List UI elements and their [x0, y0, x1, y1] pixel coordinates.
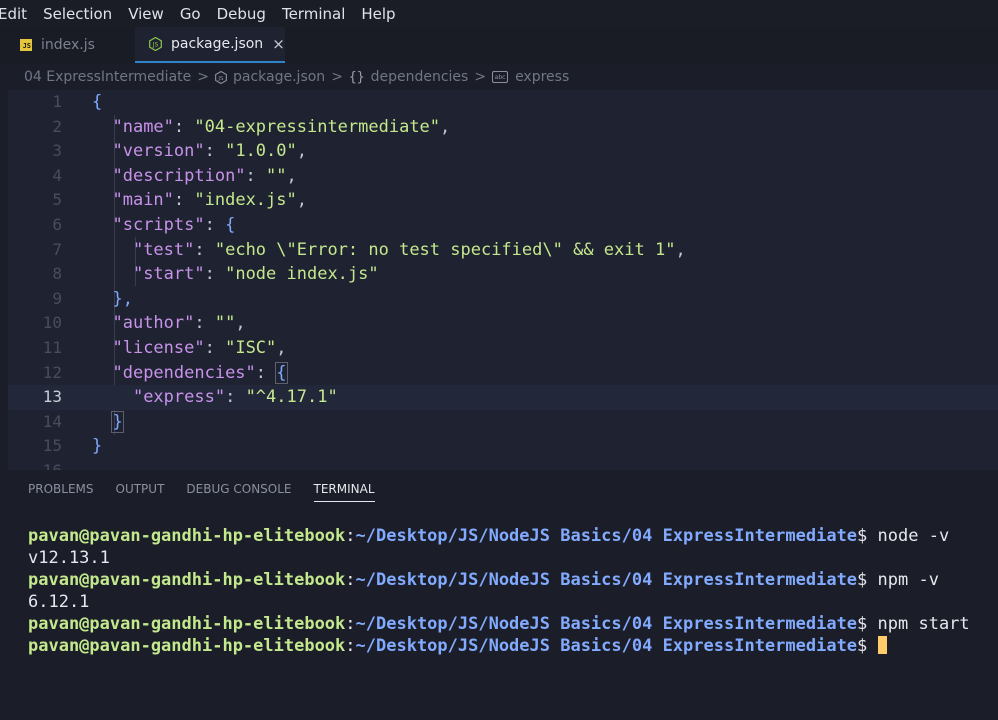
- tab-terminal[interactable]: TERMINAL: [313, 482, 375, 502]
- code-line: 10 "author": "",: [8, 311, 998, 336]
- chevron-right-icon: >: [474, 69, 487, 85]
- line-number: 13: [42, 387, 62, 407]
- terminal-line: pavan@pavan-gandhi-hp-elitebook:~/Deskto…: [28, 613, 970, 634]
- line-number: 7: [52, 239, 62, 259]
- line-number: 4: [52, 165, 62, 185]
- menu-terminal[interactable]: Terminal: [274, 5, 353, 23]
- chevron-right-icon: >: [197, 69, 209, 85]
- terminal-line: 6.12.1: [28, 591, 90, 612]
- code-text: "express": "^4.17.1": [132, 387, 338, 408]
- tab-problems[interactable]: PROBLEMS: [28, 482, 94, 502]
- code-editor[interactable]: 1 { 2 "name": "04-expressintermediate", …: [8, 90, 998, 470]
- code-line: 5 "main": "index.js",: [8, 188, 998, 213]
- tab-label: package.json: [171, 36, 264, 52]
- line-number: 12: [42, 362, 62, 382]
- line-number: 1: [52, 92, 62, 111]
- js-file-icon: JS: [20, 39, 32, 51]
- chevron-right-icon: >: [331, 69, 343, 85]
- panel-tabs: PROBLEMS OUTPUT DEBUG CONSOLE TERMINAL: [28, 482, 397, 502]
- line-number: 14: [42, 411, 62, 431]
- svg-text:JS: JS: [217, 75, 224, 81]
- menu-bar: Edit Selection View Go Debug Terminal He…: [0, 0, 998, 27]
- code-line: 16: [8, 459, 998, 470]
- code-line: 4 "description": "",: [8, 164, 998, 189]
- tab-package-json[interactable]: JS package.json ×: [135, 27, 285, 63]
- menu-selection[interactable]: Selection: [35, 5, 120, 23]
- code-line-current: 13 "express": "^4.17.1": [8, 385, 998, 410]
- menu-edit[interactable]: Edit: [0, 5, 35, 23]
- line-number: 16: [8, 459, 62, 470]
- code-text: "main": "index.js",: [112, 190, 307, 211]
- line-number: 9: [52, 288, 62, 308]
- code-text: "description": "",: [112, 165, 297, 186]
- line-number: 8: [52, 264, 62, 284]
- code-line: 12 "dependencies": {: [8, 361, 998, 386]
- code-line: 1 {: [8, 90, 998, 115]
- code-text: {: [92, 92, 103, 112]
- tab-debug-console[interactable]: DEBUG CONSOLE: [186, 482, 291, 502]
- code-text: }: [111, 410, 124, 433]
- code-text: "dependencies": {: [112, 361, 288, 384]
- breadcrumb-folder[interactable]: 04 ExpressIntermediate: [24, 69, 191, 85]
- code-text: }: [92, 436, 103, 457]
- breadcrumb: 04 ExpressIntermediate > JS package.json…: [24, 65, 569, 89]
- line-number: 3: [52, 141, 62, 161]
- terminal-output[interactable]: pavan@pavan-gandhi-hp-elitebook:~/Deskto…: [28, 526, 970, 657]
- svg-text:JS: JS: [152, 42, 159, 49]
- breadcrumb-section[interactable]: dependencies: [371, 69, 469, 85]
- tab-label: index.js: [41, 37, 95, 53]
- menu-go[interactable]: Go: [172, 5, 209, 23]
- code-text: "start": "node index.js": [132, 264, 379, 285]
- menu-view[interactable]: View: [120, 5, 172, 23]
- code-text: },: [112, 288, 133, 309]
- node-file-icon: JS: [149, 37, 162, 51]
- terminal-line: pavan@pavan-gandhi-hp-elitebook:~/Deskto…: [28, 635, 970, 658]
- code-text: "name": "04-expressintermediate",: [112, 116, 451, 137]
- close-icon[interactable]: ×: [272, 35, 285, 53]
- code-text: "version": "1.0.0",: [112, 141, 307, 162]
- line-number: 15: [42, 436, 62, 456]
- line-number: 5: [52, 190, 62, 210]
- terminal-line: pavan@pavan-gandhi-hp-elitebook:~/Deskto…: [28, 526, 950, 546]
- line-number: 10: [42, 313, 62, 333]
- terminal-line: pavan@pavan-gandhi-hp-elitebook:~/Deskto…: [28, 569, 939, 590]
- code-line: 11 "license": "ISC",: [8, 336, 998, 361]
- bottom-panel: PROBLEMS OUTPUT DEBUG CONSOLE TERMINAL p…: [0, 470, 998, 720]
- menu-help[interactable]: Help: [353, 5, 403, 23]
- code-line: 14 }: [8, 410, 998, 435]
- string-value-icon: abc: [492, 71, 509, 83]
- breadcrumb-file[interactable]: package.json: [233, 69, 325, 85]
- node-file-icon: JS: [215, 70, 227, 84]
- terminal-cursor: [877, 635, 887, 654]
- code-line: 8 "start": "node index.js": [8, 262, 998, 287]
- object-braces-icon: {}: [348, 69, 365, 85]
- line-number: 6: [52, 215, 62, 234]
- line-number: 2: [52, 116, 62, 136]
- code-line: 7 "test": "echo \"Error: no test specifi…: [8, 238, 998, 263]
- code-line: 2 "name": "04-expressintermediate",: [8, 115, 998, 140]
- code-line: 9 },: [8, 287, 998, 312]
- tab-output[interactable]: OUTPUT: [116, 482, 165, 502]
- editor-tab-bar: JS index.js JS package.json ×: [0, 27, 998, 63]
- code-line: 6 "scripts": {: [8, 213, 998, 238]
- code-line: 15 }: [8, 434, 998, 459]
- code-line: 3 "version": "1.0.0",: [8, 139, 998, 164]
- code-text: "test": "echo \"Error: no test specified…: [132, 239, 686, 260]
- line-number: 11: [42, 338, 62, 357]
- code-text: "scripts": {: [112, 215, 236, 235]
- code-text: "license": "ISC",: [112, 338, 287, 358]
- tab-index-js[interactable]: JS index.js: [0, 27, 135, 63]
- code-text: "author": "",: [112, 313, 246, 334]
- menu-debug[interactable]: Debug: [209, 5, 274, 23]
- terminal-line: v12.13.1: [28, 547, 110, 568]
- breadcrumb-item[interactable]: express: [515, 69, 569, 85]
